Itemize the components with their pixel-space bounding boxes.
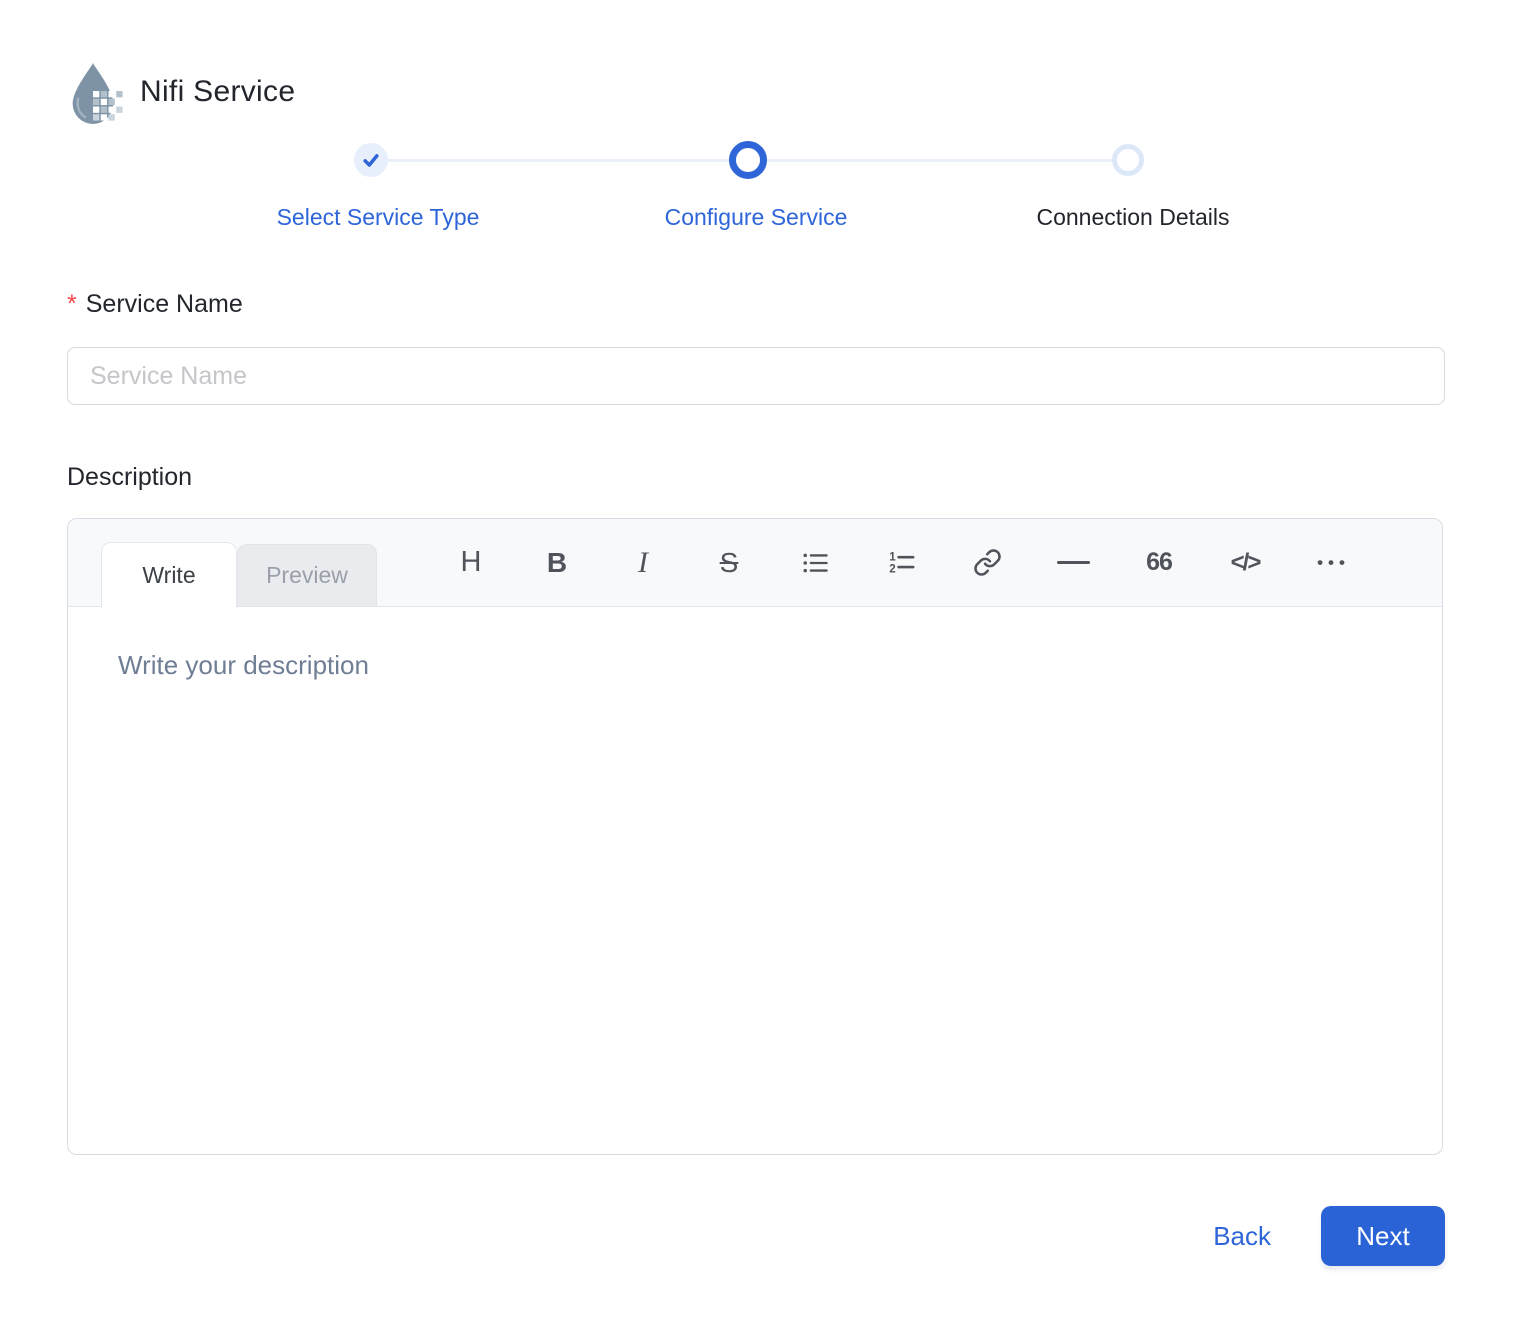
horizontal-rule-icon[interactable] — [1056, 543, 1090, 583]
editor-tabs: Write Preview — [101, 542, 377, 608]
service-name-input[interactable] — [67, 347, 1445, 405]
back-button[interactable]: Back — [1213, 1221, 1271, 1252]
description-editor: Write Preview H B I S 1 2 66 </> ••• Wri… — [67, 518, 1443, 1155]
numbered-list-icon[interactable]: 1 2 — [884, 543, 918, 583]
code-icon[interactable]: </> — [1228, 543, 1262, 583]
step-label-select-service-type[interactable]: Select Service Type — [277, 204, 480, 231]
editor-toolbar-buttons: H B I S 1 2 66 </> ••• — [454, 543, 1348, 583]
step-configure-service-indicator[interactable] — [729, 141, 767, 179]
italic-icon[interactable]: I — [626, 543, 660, 583]
strikethrough-icon[interactable]: S — [712, 543, 746, 583]
step-select-service-type-indicator[interactable] — [354, 143, 388, 177]
check-icon — [363, 154, 379, 167]
heading-icon[interactable]: H — [454, 543, 488, 583]
next-button[interactable]: Next — [1321, 1206, 1445, 1266]
description-textarea[interactable] — [68, 608, 1442, 1154]
step-connection-details-indicator[interactable] — [1112, 144, 1144, 176]
service-name-label: * Service Name — [67, 290, 243, 319]
quote-icon[interactable]: 66 — [1142, 543, 1176, 583]
svg-text:2: 2 — [889, 562, 896, 575]
wizard-stepper: Select Service Type Configure Service Co… — [0, 0, 1514, 240]
tab-write[interactable]: Write — [101, 542, 237, 608]
wizard-footer: Back Next — [1213, 1206, 1445, 1266]
required-marker: * — [67, 290, 77, 318]
configure-service-page: Nifi Service Select Service Type Configu… — [0, 0, 1514, 1330]
service-name-label-text: Service Name — [85, 290, 243, 318]
bold-icon[interactable]: B — [540, 543, 574, 583]
more-options-icon[interactable]: ••• — [1314, 543, 1348, 583]
tab-preview[interactable]: Preview — [237, 544, 377, 606]
step-label-connection-details[interactable]: Connection Details — [1036, 204, 1229, 231]
description-label: Description — [67, 463, 193, 491]
link-icon[interactable] — [970, 543, 1004, 583]
bulleted-list-icon[interactable] — [798, 543, 832, 583]
step-label-configure-service[interactable]: Configure Service — [665, 204, 848, 231]
editor-write-area — [68, 608, 1442, 1154]
editor-toolbar: Write Preview H B I S 1 2 66 </> ••• — [68, 519, 1442, 608]
